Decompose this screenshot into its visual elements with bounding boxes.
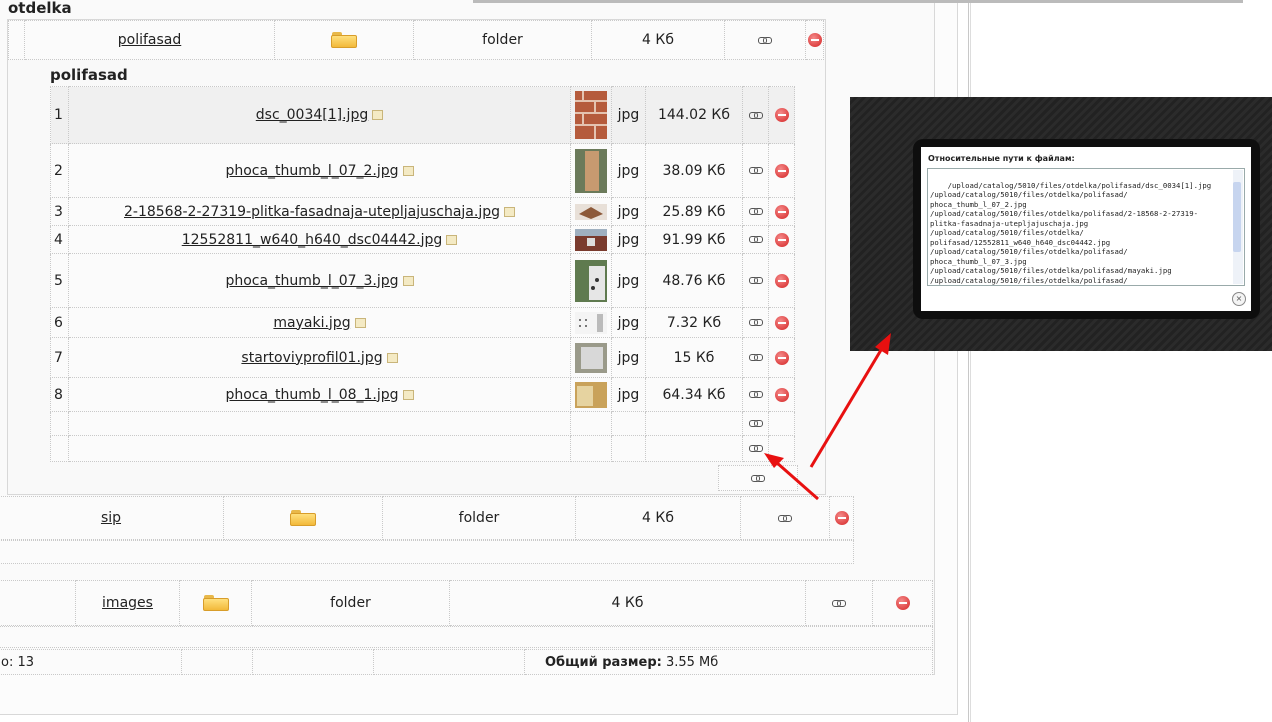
arrow-to-link-icon: [764, 453, 819, 501]
arrow-to-popup: [809, 333, 891, 468]
annotation-arrows: [764, 333, 891, 501]
